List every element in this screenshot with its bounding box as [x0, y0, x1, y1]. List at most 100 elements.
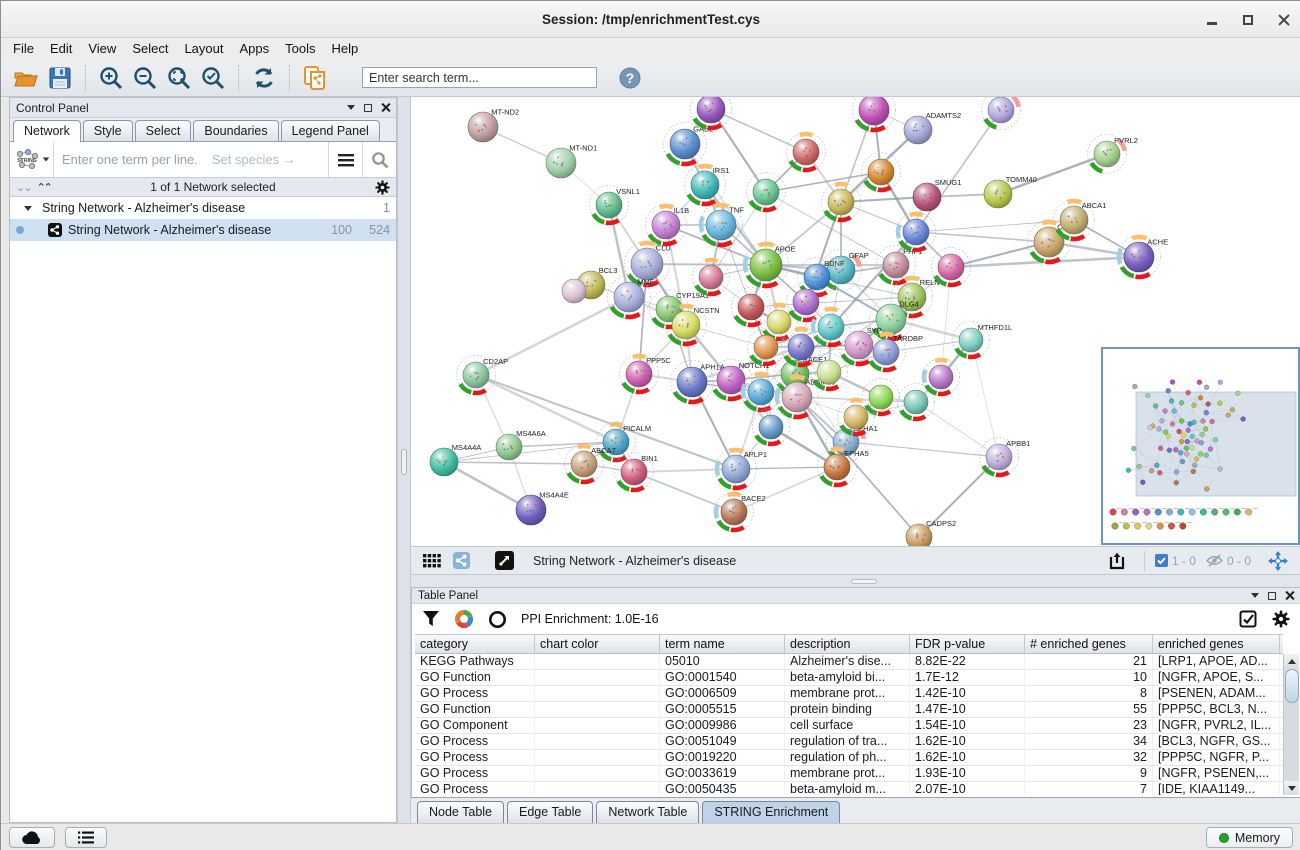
expand-all-icon[interactable]: ⌃⌃: [36, 181, 50, 194]
table-row[interactable]: GO ProcessGO:0050435beta-amyloid m...2.0…: [415, 782, 1283, 795]
network-node[interactable]: MS4A4E: [516, 490, 569, 525]
string-search-button[interactable]: [362, 142, 396, 177]
network-node[interactable]: [753, 409, 790, 446]
export-network-button[interactable]: [1102, 546, 1132, 576]
open-session-button[interactable]: [11, 63, 41, 93]
network-options-gear-icon[interactable]: [375, 180, 390, 195]
string-options-button[interactable]: [328, 142, 362, 177]
tab-select[interactable]: Select: [135, 120, 192, 141]
column-header-fdr[interactable]: FDR p-value: [910, 635, 1025, 653]
float-panel-icon[interactable]: [364, 104, 372, 112]
tab-edge-table[interactable]: Edge Table: [507, 801, 593, 823]
zoom-in-button[interactable]: [96, 63, 126, 93]
column-header-color[interactable]: chart color: [535, 635, 660, 653]
menu-item-apps[interactable]: Apps: [232, 39, 278, 58]
network-node[interactable]: TARDBP: [867, 333, 924, 372]
tab-legend-panel[interactable]: Legend Panel: [281, 120, 380, 141]
network-node[interactable]: ADAMTS2: [904, 111, 961, 144]
column-header-category[interactable]: category: [415, 635, 535, 653]
network-node[interactable]: ACHE: [1118, 236, 1169, 279]
panel-splitter-vertical[interactable]: [397, 97, 411, 823]
collection-expand-icon[interactable]: [24, 206, 32, 211]
refresh-button[interactable]: [249, 63, 279, 93]
network-canvas[interactable]: MT-ND2MT-ND1VSNL1GAB2IRS1IL1BTNFCLUMMEBC…: [411, 97, 1300, 547]
table-row[interactable]: GO FunctionGO:0001540beta-amyloid bi...1…: [415, 670, 1283, 686]
search-input[interactable]: [362, 67, 597, 88]
network-node[interactable]: BACE2: [715, 493, 766, 532]
menu-item-layout[interactable]: Layout: [176, 39, 231, 58]
table-row[interactable]: GO ProcessGO:0033619membrane prot...1.93…: [415, 766, 1283, 782]
memory-button[interactable]: Memory: [1206, 827, 1293, 848]
scroll-down-button[interactable]: [1284, 781, 1299, 795]
filter-icon[interactable]: [422, 610, 440, 628]
network-node[interactable]: PVRL2: [1088, 135, 1138, 174]
network-node[interactable]: SMUG1: [913, 178, 961, 211]
tab-network-table[interactable]: Network Table: [596, 801, 699, 823]
network-node[interactable]: APH1A: [671, 361, 725, 404]
table-row[interactable]: GO ComponentGO:0009986cell surface1.54E-…: [415, 718, 1283, 734]
column-header-term[interactable]: term name: [660, 635, 785, 653]
tab-network[interactable]: Network: [13, 120, 81, 142]
table-row[interactable]: GO ProcessGO:0051049regulation of tra...…: [415, 734, 1283, 750]
navigator-button[interactable]: [1263, 546, 1293, 576]
menu-item-edit[interactable]: Edit: [42, 39, 80, 58]
network-node[interactable]: PPP5C: [620, 355, 672, 394]
table-row[interactable]: GO FunctionGO:0005515protein binding1.47…: [415, 702, 1283, 718]
network-node[interactable]: MT-ND2: [468, 107, 519, 142]
network-node[interactable]: MME: [608, 276, 655, 319]
zoom-fit-button[interactable]: [164, 63, 194, 93]
tab-boundaries[interactable]: Boundaries: [193, 120, 278, 141]
string-tab-button[interactable]: [449, 546, 473, 576]
maximize-button[interactable]: [1241, 13, 1255, 27]
minimize-button[interactable]: [1205, 13, 1219, 27]
select-rows-checkbox-icon[interactable]: [1239, 610, 1258, 629]
splitter-grip-h[interactable]: [851, 579, 877, 584]
panel-menu-icon[interactable]: [347, 105, 355, 110]
network-node[interactable]: [982, 97, 1021, 130]
network-node[interactable]: [562, 279, 586, 303]
network-node[interactable]: [923, 359, 960, 396]
birds-eye-view[interactable]: [1101, 347, 1300, 545]
network-node[interactable]: MTHFD1L: [953, 322, 1013, 359]
collapse-all-icon[interactable]: ⌄⌄: [16, 181, 30, 194]
remove-charts-icon[interactable]: [488, 610, 507, 629]
zoom-selected-button[interactable]: [198, 63, 228, 93]
menu-item-view[interactable]: View: [80, 39, 124, 58]
menu-item-file[interactable]: File: [5, 39, 42, 58]
network-node[interactable]: [862, 153, 901, 192]
network-node[interactable]: MS4A4A: [430, 443, 481, 476]
scroll-thumb[interactable]: [1285, 669, 1299, 703]
task-history-button[interactable]: [65, 827, 107, 848]
grid-view-button[interactable]: [419, 546, 445, 576]
table-row[interactable]: GO ProcessGO:0019220regulation of ph...1…: [415, 750, 1283, 766]
network-node[interactable]: TOMM40: [984, 175, 1037, 208]
enrichment-settings-gear-icon[interactable]: [1272, 610, 1290, 628]
menu-item-help[interactable]: Help: [324, 39, 367, 58]
network-node[interactable]: [853, 97, 896, 132]
clone-network-button[interactable]: [300, 63, 330, 93]
tab-string-enrichment[interactable]: STRING Enrichment: [702, 801, 840, 823]
scroll-up-button[interactable]: [1284, 654, 1299, 668]
network-node[interactable]: ABCA7: [565, 445, 616, 484]
tab-node-table[interactable]: Node Table: [417, 801, 504, 823]
network-node[interactable]: VSNL1: [590, 186, 640, 225]
splitter-grip[interactable]: [401, 449, 407, 475]
network-node[interactable]: [897, 213, 936, 252]
network-node[interactable]: CADPS2: [906, 519, 956, 547]
menu-item-tools[interactable]: Tools: [277, 39, 323, 58]
close-panel-icon[interactable]: [381, 103, 390, 112]
detach-view-button[interactable]: [491, 546, 517, 576]
network-node[interactable]: [863, 379, 900, 416]
table-row[interactable]: KEGG Pathways05010Alzheimer's dise...8.8…: [415, 654, 1283, 670]
network-collection-row[interactable]: String Network - Alzheimer's disease 1: [10, 197, 396, 219]
zoom-out-button[interactable]: [130, 63, 160, 93]
network-row[interactable]: String Network - Alzheimer's disease 100…: [10, 219, 396, 241]
close-panel-icon[interactable]: [1285, 591, 1294, 600]
network-node[interactable]: [732, 288, 771, 327]
help-button[interactable]: ?: [615, 63, 645, 93]
network-node[interactable]: [787, 133, 826, 172]
panel-menu-icon[interactable]: [1251, 593, 1259, 598]
column-header-genes[interactable]: enriched genes: [1153, 635, 1280, 653]
table-scrollbar[interactable]: [1283, 654, 1299, 795]
menu-item-select[interactable]: Select: [124, 39, 176, 58]
